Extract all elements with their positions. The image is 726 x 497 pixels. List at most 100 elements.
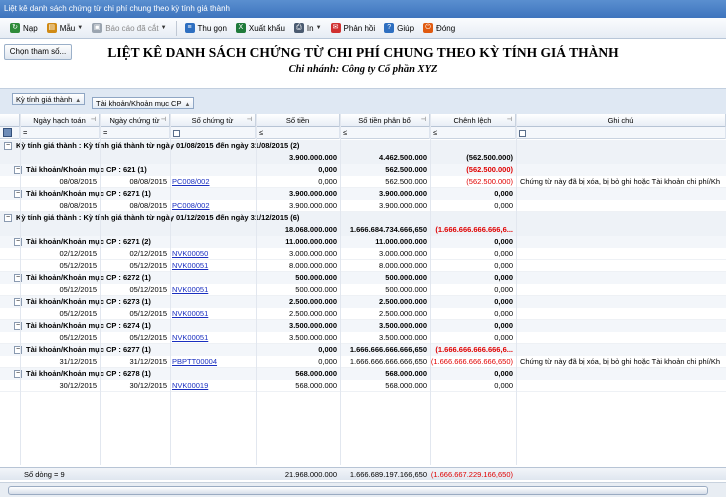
collapse-button[interactable]: ≡ Thu gọn: [184, 23, 227, 33]
difference-cell: (1.666.666.666.666,650): [430, 357, 513, 366]
voucher-link[interactable]: PBPTT00004: [170, 356, 256, 368]
filter-voucher-no[interactable]: [170, 127, 256, 139]
account-group-label: Tài khoản/Khoản mục CP : 6272 (1): [26, 273, 151, 282]
collapse-group-icon[interactable]: −: [4, 214, 12, 222]
account-sum-allocated: 11.000.000.000: [375, 237, 427, 246]
filter-posting-date[interactable]: =: [20, 127, 100, 139]
account-group-row[interactable]: − Tài khoản/Khoản mục CP : 6273 (1) 2.500.…: [0, 296, 726, 308]
account-group-label: Tài khoản/Khoản mục CP : 6271 (2): [26, 237, 151, 246]
account-group-row[interactable]: − Tài khoản/Khoản mục CP : 6278 (1) 568.00…: [0, 368, 726, 380]
column-voucher-date[interactable]: Ngày chứng từ ⊣: [100, 114, 170, 127]
pin-icon: ⊣: [420, 117, 426, 123]
group-chip-account[interactable]: Tài khoản/Khoản mục CP ▲: [92, 97, 195, 109]
export-button[interactable]: X Xuất khẩu: [235, 23, 285, 33]
account-group-row[interactable]: − Tài khoản/Khoản mục CP : 6271 (1) 3.900.…: [0, 188, 726, 200]
difference-cell: 0,000: [494, 261, 513, 270]
account-sum-allocated: 1.666.666.666.666,650: [349, 345, 427, 354]
collapse-group-icon[interactable]: −: [4, 142, 12, 150]
posting-date-cell: 31/12/2015: [59, 357, 97, 366]
scrollbar-thumb[interactable]: [8, 486, 708, 495]
posting-date-cell: 02/12/2015: [59, 249, 97, 258]
template-button[interactable]: ▤ Mẫu ▼: [46, 23, 83, 33]
filter-allocated[interactable]: ≤: [340, 127, 430, 139]
header-spacer: [0, 114, 20, 127]
column-allocated[interactable]: Số tiền phân bổ ⊣: [340, 114, 430, 127]
close-button[interactable]: ⏻ Đóng: [423, 23, 455, 33]
pin-icon: ⊣: [160, 117, 166, 123]
report-title: LIỆT KÊ DANH SÁCH CHỨNG TỪ CHI PHÍ CHUNG…: [107, 45, 619, 60]
voucher-link[interactable]: PC008/002: [170, 176, 256, 188]
group-chip-period[interactable]: Kỳ tính giá thành ▲: [12, 93, 86, 105]
period-summary-row[interactable]: 3.900.000.000 4.462.500.000 (562.500.000): [0, 152, 726, 164]
voucher-link[interactable]: NVK00019: [170, 380, 256, 392]
period-group-label: Kỳ tính giá thành : Kỳ tính giá thành từ…: [16, 141, 300, 150]
horizontal-scrollbar[interactable]: [0, 482, 726, 497]
posting-date-cell: 05/12/2015: [59, 309, 97, 318]
voucher-link[interactable]: NVK00051: [170, 260, 256, 272]
table-row[interactable]: 31/12/2015 31/12/2015 PBPTT00004 0,000 1.666…: [0, 356, 726, 368]
table-row[interactable]: 08/08/2015 08/08/2015 PC008/002 3.900.000.0…: [0, 200, 726, 212]
voucher-link[interactable]: PC008/002: [170, 200, 256, 212]
table-row[interactable]: 05/12/2015 05/12/2015 NVK00051 2.500.000.00…: [0, 308, 726, 320]
column-amount[interactable]: Số tiền: [256, 114, 340, 127]
period-group-row[interactable]: − Kỳ tính giá thành : Kỳ tính giá thành t…: [0, 212, 726, 224]
amount-cell: 3.000.000.000: [289, 249, 337, 258]
table-row[interactable]: 05/12/2015 05/12/2015 NVK00051 3.500.000.00…: [0, 332, 726, 344]
voucher-link[interactable]: NVK00051: [170, 332, 256, 344]
grid-line: [430, 114, 431, 465]
account-group-row[interactable]: − Tài khoản/Khoản mục CP : 6274 (1) 3.500.…: [0, 320, 726, 332]
table-row[interactable]: 05/12/2015 05/12/2015 NVK00051 8.000.000.00…: [0, 260, 726, 272]
filter-operator: ≤: [433, 128, 438, 137]
difference-cell: 0,000: [494, 285, 513, 294]
account-group-label: Tài khoản/Khoản mục CP : 621 (1): [26, 165, 147, 174]
reload-button[interactable]: ↻ Nạp: [10, 23, 38, 33]
voucher-link[interactable]: NVK00050: [170, 248, 256, 260]
period-group-row[interactable]: − Kỳ tính giá thành : Kỳ tính giá thành t…: [0, 140, 726, 152]
filter-voucher-date[interactable]: =: [100, 127, 170, 139]
period-summary-row[interactable]: 18.068.000.000 1.666.684.734.666,650 (1.66…: [0, 224, 726, 236]
account-group-row[interactable]: − Tài khoản/Khoản mục CP : 621 (1) 0,000 56…: [0, 164, 726, 176]
account-group-row[interactable]: − Tài khoản/Khoản mục CP : 6271 (2) 11.000…: [0, 236, 726, 248]
help-button[interactable]: ? Giúp: [384, 23, 414, 33]
column-posting-date[interactable]: Ngày hạch toán ⊣: [20, 114, 100, 127]
saved-report-button[interactable]: ▣ Báo cáo đã cắt ▼: [92, 23, 167, 33]
grid-line: [340, 114, 341, 465]
close-label: Đóng: [436, 23, 456, 33]
column-difference[interactable]: Chênh lệch ⊣: [430, 114, 516, 127]
account-group-row[interactable]: − Tài khoản/Khoản mục CP : 6277 (1) 0,000 1…: [0, 344, 726, 356]
report-header: LIỆT KÊ DANH SÁCH CHỨNG TỪ CHI PHÍ CHUNG…: [0, 39, 726, 88]
account-group-row[interactable]: − Tài khoản/Khoản mục CP : 6272 (1) 500.00…: [0, 272, 726, 284]
allocated-cell: 8.000.000.000: [379, 261, 427, 270]
amount-cell: 568.000.000: [295, 381, 337, 390]
toolbar-separator: [175, 20, 177, 36]
difference-cell: 0,000: [494, 201, 513, 210]
voucher-link[interactable]: NVK00051: [170, 284, 256, 296]
table-row[interactable]: 30/12/2015 30/12/2015 NVK00019 568.000.000 5…: [0, 380, 726, 392]
posting-date-cell: 30/12/2015: [59, 381, 97, 390]
reload-label: Nạp: [23, 23, 38, 33]
report-window: Liệt kê danh sách chứng từ chi phí chung…: [0, 0, 726, 497]
table-row[interactable]: 02/12/2015 02/12/2015 NVK00050 3.000.000.00…: [0, 248, 726, 260]
chevron-down-icon: ▼: [315, 25, 322, 31]
period-sum-difference: (562.500.000): [466, 153, 513, 162]
filter-difference[interactable]: ≤: [430, 127, 516, 139]
voucher-link[interactable]: NVK00051: [170, 308, 256, 320]
feedback-button[interactable]: ✉ Phản hồi: [330, 23, 375, 33]
column-voucher-no[interactable]: Số chứng từ ⊣: [170, 114, 256, 127]
posting-date-cell: 05/12/2015: [59, 285, 97, 294]
group-chip-label: Kỳ tính giá thành: [16, 95, 73, 104]
filter-options-icon[interactable]: [0, 127, 20, 139]
account-sum-difference: 0,000: [494, 189, 513, 198]
filter-note[interactable]: [516, 127, 726, 139]
print-label: In: [306, 23, 314, 33]
choose-parameters-button[interactable]: Chọn tham số...: [4, 44, 72, 60]
table-row[interactable]: 05/12/2015 05/12/2015 NVK00051 500.000.000 5…: [0, 284, 726, 296]
print-button[interactable]: ⎙ In ▼: [293, 23, 322, 33]
account-sum-amount: 2.500.000.000: [289, 297, 337, 306]
account-sum-allocated: 562.500.000: [385, 165, 427, 174]
filter-amount[interactable]: ≤: [256, 127, 340, 139]
table-row[interactable]: 08/08/2015 08/08/2015 PC008/002 0,000 562.50…: [0, 176, 726, 188]
column-label: Ngày hạch toán: [33, 116, 86, 125]
column-note[interactable]: Ghi chú: [516, 114, 726, 127]
posting-date-cell: 05/12/2015: [59, 261, 97, 270]
